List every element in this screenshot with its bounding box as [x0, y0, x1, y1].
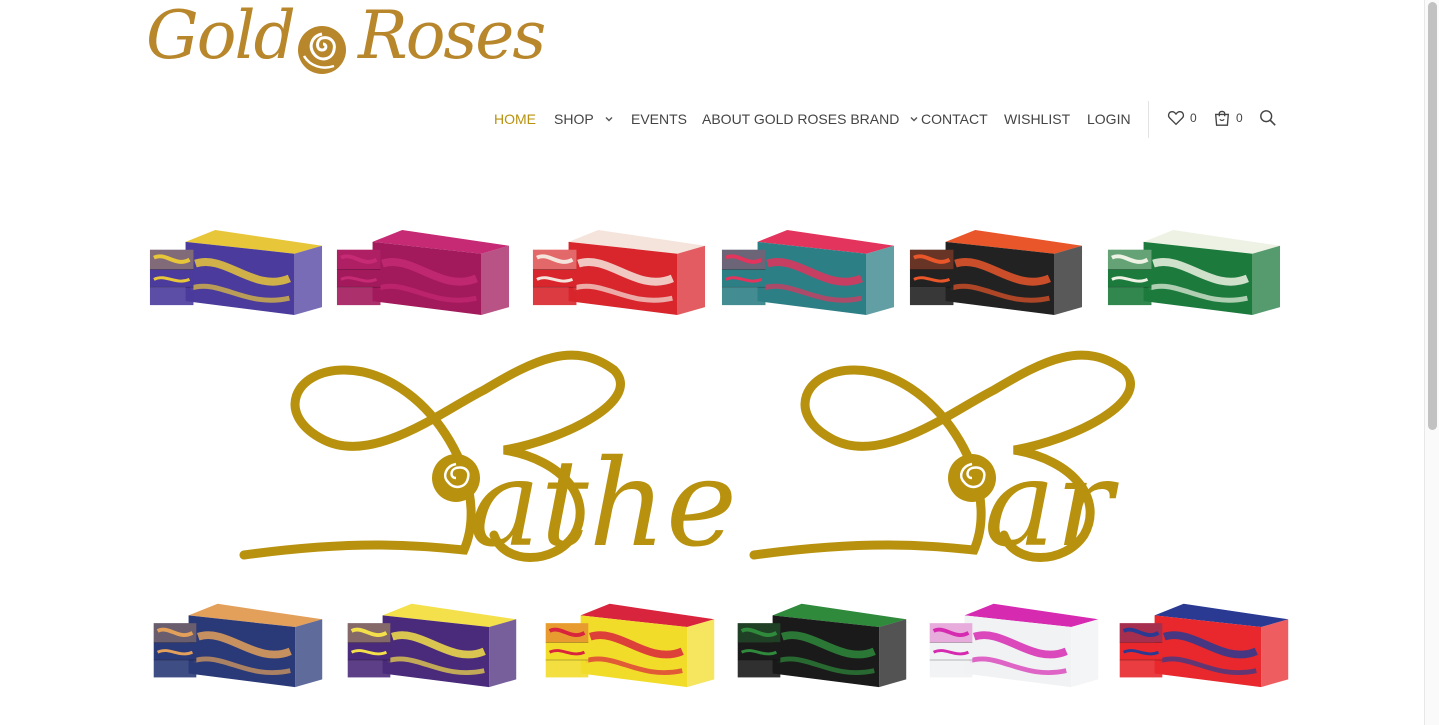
red-blue-yellow-soap — [1119, 603, 1289, 688]
magenta-soap — [336, 229, 510, 316]
wishlist-count: 0 — [1190, 111, 1197, 125]
teal-pink-soap — [721, 229, 895, 316]
black-green-soap — [737, 603, 907, 688]
nav-about[interactable]: ABOUT GOLD ROSES BRAND — [702, 111, 919, 127]
cart-button[interactable]: 0 — [1213, 109, 1243, 127]
banner-word-bathe: athe — [469, 435, 737, 574]
nav-events-label: EVENTS — [631, 111, 688, 127]
heart-icon — [1167, 111, 1185, 126]
bathe-bar-title: athe ar — [239, 350, 1135, 574]
hero-banner[interactable]: athe ar — [146, 222, 1289, 692]
nav-about-label: ABOUT GOLD ROSES BRAND — [702, 111, 900, 127]
nav-login-label: LOGIN — [1087, 111, 1131, 127]
wishlist-button[interactable]: 0 — [1167, 109, 1197, 127]
nav-events[interactable]: EVENTS — [631, 111, 687, 127]
nav-login[interactable]: LOGIN — [1087, 111, 1131, 127]
banner-word-bar: ar — [984, 435, 1120, 574]
rose-icon — [298, 26, 346, 74]
chevron-down-icon — [910, 117, 918, 122]
search-icon — [1260, 110, 1276, 126]
chevron-down-icon — [605, 117, 613, 122]
navy-orange-soap — [153, 603, 323, 688]
red-white-swirl-soap — [532, 229, 706, 316]
purple-yellow-swirl-soap — [149, 229, 323, 316]
nav-divider — [1148, 101, 1149, 138]
white-speckled-soap — [929, 603, 1099, 688]
gold-roses-logo[interactable]: Gold Roses — [146, 0, 546, 84]
nav-contact[interactable]: CONTACT — [921, 111, 988, 127]
black-orange-swirl-soap — [909, 229, 1083, 316]
shopping-bag-icon — [1214, 110, 1230, 126]
purple-yellow-soap — [347, 603, 517, 688]
nav-shop-label: SHOP — [554, 111, 594, 127]
nav-contact-label: CONTACT — [921, 111, 988, 127]
white-green-soap — [1107, 229, 1281, 316]
logo-word-gold: Gold — [146, 0, 296, 74]
nav-wishlist[interactable]: WISHLIST — [1004, 111, 1070, 127]
nav-wishlist-label: WISHLIST — [1004, 111, 1071, 127]
page-scrollbar[interactable] — [1424, 0, 1439, 725]
logo-word-roses: Roses — [358, 0, 546, 74]
nav-home[interactable]: HOME — [494, 111, 536, 127]
yellow-red-swirl-soap — [545, 603, 715, 688]
cart-count: 0 — [1236, 111, 1243, 125]
nav-shop[interactable]: SHOP — [554, 111, 614, 127]
search-button[interactable] — [1259, 109, 1277, 127]
nav-home-label: HOME — [494, 111, 536, 127]
scrollbar-thumb[interactable] — [1428, 2, 1437, 430]
